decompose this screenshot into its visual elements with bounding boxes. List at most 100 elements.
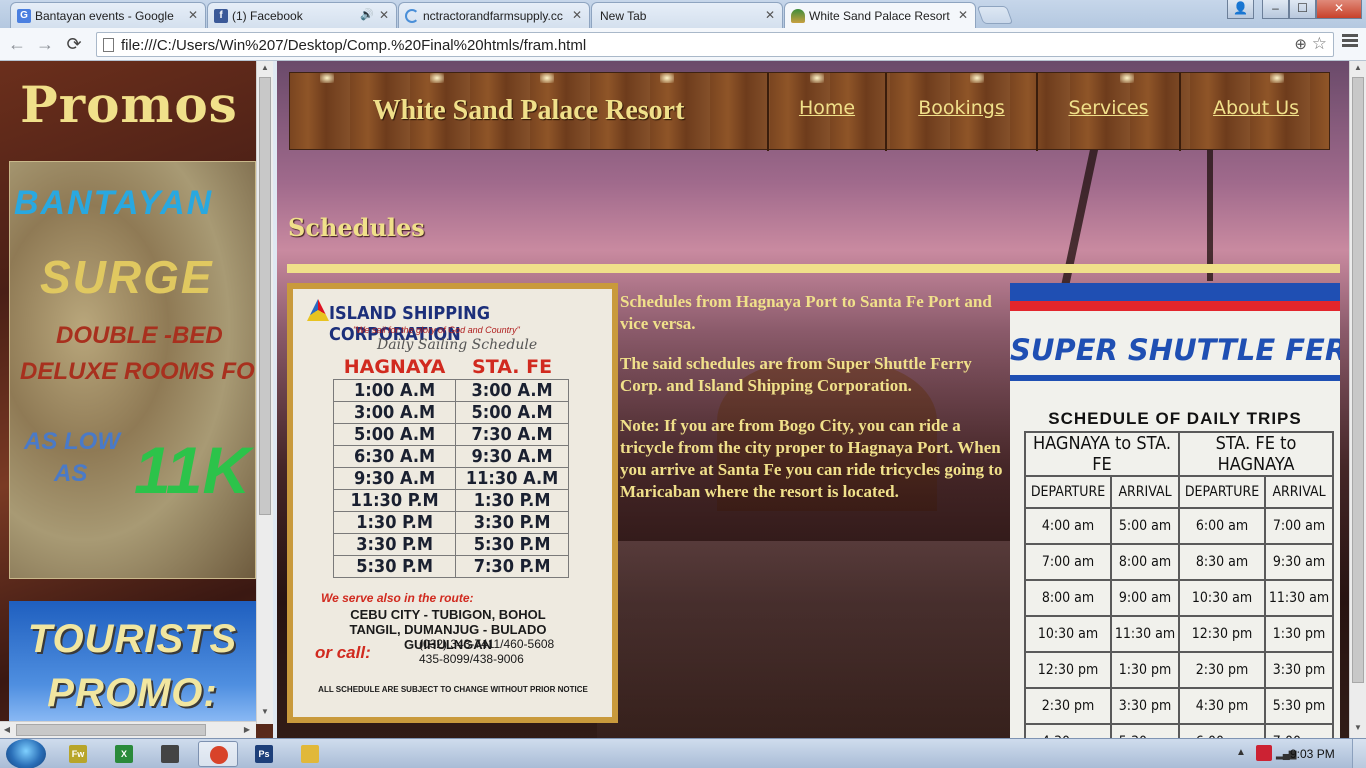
table-row: 5:00 A.M 7:30 A.M bbox=[332, 423, 569, 446]
scrollbar-thumb[interactable] bbox=[259, 77, 271, 515]
table-cell: 11:30 P.M bbox=[332, 489, 457, 512]
tab-nctractor[interactable]: nctractorandfarmsupply.cc ✕ bbox=[398, 2, 590, 28]
table-cell: 5:00 A.M bbox=[332, 423, 457, 446]
scrollbar-thumb[interactable] bbox=[16, 724, 206, 736]
table-cell: 3:30 pm bbox=[1264, 651, 1334, 689]
new-tab-button[interactable] bbox=[976, 6, 1014, 24]
table-row: 1:30 P.M 3:30 P.M bbox=[332, 511, 569, 534]
column-header: ARRIVAL bbox=[1110, 475, 1180, 509]
close-tab-icon[interactable]: ✕ bbox=[188, 8, 198, 22]
maximize-button[interactable]: ☐ bbox=[1289, 0, 1316, 19]
promo-text: DOUBLE -BED bbox=[56, 322, 223, 349]
nav-bookings[interactable]: Bookings bbox=[885, 73, 1036, 151]
promos-vertical-scrollbar[interactable]: ▲ ▼ bbox=[256, 61, 273, 724]
promo-text: SURGE bbox=[40, 251, 214, 303]
table-cell: 11:30 am bbox=[1110, 615, 1180, 653]
nav-about-us[interactable]: About Us bbox=[1179, 73, 1331, 151]
table-cell: 1:30 P.M bbox=[332, 511, 457, 534]
info-paragraph: Schedules from Hagnaya Port to Santa Fe … bbox=[620, 292, 992, 333]
shuttle-schedule-table: HAGNAYA to STA. FE STA. FE to HAGNAYA DE… bbox=[1023, 431, 1335, 738]
close-window-button[interactable]: ✕ bbox=[1316, 0, 1362, 19]
show-desktop-button[interactable] bbox=[1352, 739, 1366, 768]
route-line: CEBU CITY - TUBIGON, BOHOL bbox=[350, 607, 546, 622]
board-company-name: SUPER SHUTTLE FERRY bbox=[1010, 333, 1340, 367]
taskbar-app-icon[interactable] bbox=[150, 741, 190, 767]
table-cell: 7:30 A.M bbox=[455, 423, 569, 446]
address-bar[interactable]: file:///C:/Users/Win%207/Desktop/Comp.%2… bbox=[96, 32, 1334, 57]
minimize-button[interactable]: – bbox=[1262, 0, 1289, 19]
scroll-left-arrow-icon[interactable]: ◀ bbox=[0, 722, 14, 738]
bookmark-star-icon[interactable]: ☆ bbox=[1312, 34, 1327, 54]
table-row: 2:30 pm 3:30 pm 4:30 pm 5:30 pm bbox=[1023, 687, 1334, 725]
user-icon[interactable]: 👤 bbox=[1227, 0, 1254, 19]
lamp-decoration bbox=[320, 73, 334, 83]
promos-horizontal-scrollbar[interactable]: ◀ ▶ bbox=[0, 721, 256, 738]
show-hidden-icons-icon[interactable]: ▲ bbox=[1236, 747, 1246, 758]
start-button[interactable] bbox=[6, 739, 46, 768]
tab-label: White Sand Palace Resort bbox=[809, 9, 950, 23]
close-tab-icon[interactable]: ✕ bbox=[379, 8, 389, 22]
column-header: DEPARTURE bbox=[1023, 475, 1113, 509]
scroll-down-arrow-icon[interactable]: ▼ bbox=[257, 705, 273, 719]
board-call-label: or call: bbox=[315, 643, 371, 662]
close-tab-icon[interactable]: ✕ bbox=[958, 8, 968, 22]
promo-banner-bantayan-surge[interactable]: BANTAYAN SURGE DOUBLE -BED DELUXE ROOMS … bbox=[9, 161, 256, 579]
table-cell: 8:00 am bbox=[1023, 579, 1113, 617]
tray-app-icon[interactable] bbox=[1256, 745, 1272, 761]
photoshop-icon: Ps bbox=[255, 745, 273, 763]
site-title: White Sand Palace Resort bbox=[372, 95, 685, 126]
taskbar-clock[interactable]: 9:03 PM bbox=[1290, 747, 1335, 761]
chrome-menu-icon[interactable] bbox=[1342, 34, 1358, 50]
table-cell: 9:30 A.M bbox=[332, 467, 457, 490]
forward-button[interactable]: → bbox=[34, 33, 56, 55]
excel-icon: X bbox=[115, 745, 133, 763]
nav-services[interactable]: Services bbox=[1036, 73, 1179, 151]
promo-price: 11K bbox=[134, 433, 251, 507]
table-cell: 5:00 am bbox=[1110, 507, 1180, 545]
taskbar-explorer-app[interactable] bbox=[290, 741, 330, 767]
table-cell: 2:30 pm bbox=[1023, 687, 1113, 725]
tab-white-sand-palace[interactable]: White Sand Palace Resort ✕ bbox=[784, 2, 976, 29]
island-shipping-schedule-image: ISLAND SHIPPING CORPORATION "We sail for… bbox=[287, 283, 618, 723]
scrollbar-thumb[interactable] bbox=[1352, 77, 1364, 683]
taskbar-excel-app[interactable]: X bbox=[104, 741, 144, 767]
back-button[interactable]: ← bbox=[6, 33, 28, 55]
taskbar-fireworks-app[interactable]: Fw bbox=[58, 741, 98, 767]
table-cell: 3:00 A.M bbox=[332, 401, 457, 424]
nav-home[interactable]: Home bbox=[767, 73, 885, 151]
column-header: ARRIVAL bbox=[1264, 475, 1334, 509]
taskbar-chrome-app[interactable] bbox=[198, 741, 238, 767]
tab-bantayan-events[interactable]: G Bantayan events - Google ✕ bbox=[10, 2, 206, 28]
table-cell: 4:00 am bbox=[1023, 507, 1113, 545]
tab-facebook[interactable]: f (1) Facebook 🔊 ✕ bbox=[207, 2, 397, 28]
board-red-stripe bbox=[1010, 301, 1340, 311]
table-cell: 4:30 pm bbox=[1177, 687, 1267, 725]
table-row: 7:00 am 8:00 am 8:30 am 9:30 am bbox=[1023, 543, 1334, 581]
scroll-right-arrow-icon[interactable]: ▶ bbox=[240, 722, 254, 738]
speaker-icon: 🔊 bbox=[360, 9, 374, 21]
reload-button[interactable]: ⟳ bbox=[63, 33, 85, 55]
chrome-icon bbox=[210, 746, 228, 764]
zoom-icon[interactable]: ⊕ bbox=[1294, 35, 1307, 53]
schedule-info: Schedules from Hagnaya Port to Santa Fe … bbox=[620, 291, 1010, 521]
promo-banner-tourists[interactable]: TOURISTS PROMO: bbox=[9, 601, 256, 738]
table-row: 6:30 A.M 9:30 A.M bbox=[332, 445, 569, 468]
palm-tree-decoration bbox=[1207, 131, 1213, 281]
main-vertical-scrollbar[interactable]: ▲ ▼ bbox=[1349, 61, 1366, 738]
lamp-decoration bbox=[430, 73, 444, 83]
scroll-up-arrow-icon[interactable]: ▲ bbox=[257, 61, 273, 75]
app-icon-icon bbox=[161, 745, 179, 763]
tab-new-tab[interactable]: New Tab ✕ bbox=[591, 2, 783, 28]
taskbar-photoshop-app[interactable]: Ps bbox=[244, 741, 284, 767]
close-tab-icon[interactable]: ✕ bbox=[572, 8, 582, 22]
board-underline bbox=[1010, 375, 1340, 381]
scroll-down-arrow-icon[interactable]: ▼ bbox=[1350, 721, 1366, 735]
table-row: 4:30 pm5:30 pm6:00 pm7:00 pm bbox=[1023, 723, 1334, 738]
scroll-up-arrow-icon[interactable]: ▲ bbox=[1350, 61, 1366, 75]
info-paragraph: Note: If you are from Bogo City, you can… bbox=[620, 416, 1003, 501]
board-motto: "We sail for the glory of God and Countr… bbox=[353, 325, 520, 335]
table-cell: 3:30 P.M bbox=[332, 533, 457, 556]
phone-line: (032) 343-7411/460-5608 bbox=[419, 637, 555, 651]
close-tab-icon[interactable]: ✕ bbox=[765, 8, 775, 22]
table-cell: 5:00 A.M bbox=[455, 401, 569, 424]
